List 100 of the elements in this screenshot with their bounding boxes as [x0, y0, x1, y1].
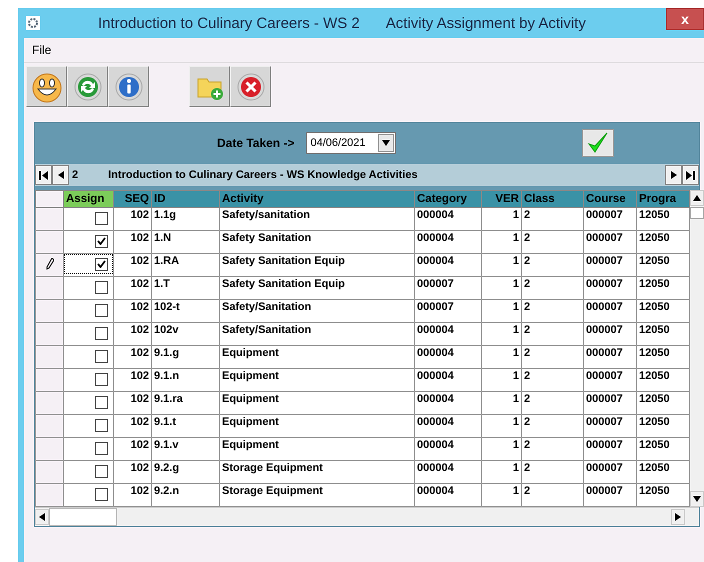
table-cell: 1: [482, 414, 522, 438]
assign-checkbox[interactable]: [95, 326, 108, 340]
table-cell: 1: [482, 208, 522, 230]
table-cell: 000004: [414, 460, 482, 484]
table-cell: 9.1.v: [152, 438, 220, 460]
table-cell: 000007: [584, 368, 636, 392]
table-cell: 2: [522, 276, 584, 300]
row-selector[interactable]: [36, 254, 64, 276]
assign-checkbox[interactable]: [95, 372, 108, 386]
scroll-thumb[interactable]: [690, 207, 704, 219]
table-cell: 102: [114, 230, 152, 254]
table-cell: 000007: [584, 438, 636, 460]
column-header[interactable]: Activity: [220, 190, 414, 208]
date-label: Date Taken ->: [217, 136, 294, 150]
menu-item[interactable]: File: [28, 43, 56, 57]
down-arrow-icon: [693, 496, 701, 502]
scroll-right-button[interactable]: [671, 509, 685, 525]
add-folder-button[interactable]: [189, 66, 230, 107]
right-arrow-icon: [675, 513, 681, 521]
column-header[interactable]: Category: [414, 190, 482, 208]
scroll-left-button[interactable]: [35, 509, 49, 525]
close-button[interactable]: x: [666, 8, 704, 30]
scroll-up-button[interactable]: [690, 190, 704, 206]
column-header[interactable]: VER: [482, 190, 522, 208]
table-cell: 102-t: [152, 300, 220, 322]
table-cell: 2: [522, 208, 584, 230]
table-cell: 1: [482, 368, 522, 392]
assign-checkbox[interactable]: [95, 396, 108, 408]
info-icon: [114, 72, 144, 102]
assign-checkbox[interactable]: [95, 258, 108, 270]
table-cell: 000007: [584, 300, 636, 322]
horizontal-scrollbar[interactable]: [35, 507, 699, 526]
last-record-button[interactable]: [682, 165, 699, 185]
cancel-button[interactable]: [230, 66, 271, 107]
window-title: Introduction to Culinary Careers - WS 2: [98, 14, 360, 32]
info-button[interactable]: [108, 66, 149, 107]
column-header[interactable]: ID: [152, 190, 220, 208]
assign-checkbox[interactable]: [95, 350, 108, 362]
dropdown-button[interactable]: [378, 134, 394, 152]
column-header[interactable]: Assign: [64, 190, 114, 208]
table-cell: 2: [522, 392, 584, 414]
column-header[interactable]: Course: [584, 190, 636, 208]
table-cell: 9.1.ra: [152, 392, 220, 414]
table-cell: 2: [522, 414, 584, 438]
vertical-scrollbar[interactable]: [690, 190, 704, 507]
smiley-button[interactable]: [26, 66, 67, 107]
table-cell: 102: [114, 368, 152, 392]
table-cell: 000007: [584, 322, 636, 346]
refresh-button[interactable]: [67, 66, 108, 107]
assign-checkbox[interactable]: [95, 212, 108, 224]
table-cell: 1: [482, 276, 522, 300]
table-cell: 000007: [584, 208, 636, 230]
assign-checkbox[interactable]: [95, 488, 108, 500]
table-cell: Safety Sanitation Equip: [220, 276, 414, 300]
next-record-button[interactable]: [665, 165, 682, 185]
table-cell: 1: [482, 438, 522, 460]
table-cell: 000007: [584, 276, 636, 300]
previous-record-button[interactable]: [52, 165, 69, 185]
table-cell: 1: [482, 322, 522, 346]
table-cell: 102: [114, 254, 152, 276]
date-field[interactable]: 04/06/2021: [306, 132, 396, 154]
confirm-button[interactable]: [582, 129, 614, 157]
table-cell: Equipment: [220, 368, 414, 392]
table-cell: 1: [482, 460, 522, 484]
refresh-icon: [72, 72, 102, 102]
table-cell: 1.T: [152, 276, 220, 300]
assign-checkbox[interactable]: [95, 464, 108, 478]
table-cell: 2: [522, 254, 584, 276]
table-cell: 000007: [584, 346, 636, 368]
table-cell: 1: [482, 392, 522, 414]
table-cell: 9.1.t: [152, 414, 220, 438]
assign-checkbox[interactable]: [95, 442, 108, 454]
column-header[interactable]: Progra: [636, 190, 690, 208]
table-cell: 000007: [584, 392, 636, 414]
table-cell: 000007: [584, 254, 636, 276]
table-cell: 000007: [584, 414, 636, 438]
last-icon: [686, 170, 695, 180]
scroll-thumb[interactable]: [49, 508, 117, 526]
assign-checkbox[interactable]: [95, 418, 108, 432]
table-cell: 000004: [414, 346, 482, 368]
column-header[interactable]: Class: [522, 190, 584, 208]
table-cell: 000004: [414, 208, 482, 230]
right-arrow-icon: [670, 171, 676, 179]
table-cell: 1: [482, 300, 522, 322]
first-record-button[interactable]: [35, 165, 52, 185]
assign-checkbox[interactable]: [95, 280, 108, 294]
table-cell: Equipment: [220, 392, 414, 414]
scroll-down-button[interactable]: [690, 491, 704, 507]
table-cell: 000004: [414, 230, 482, 254]
column-header[interactable]: SEQ: [114, 190, 152, 208]
assign-checkbox[interactable]: [95, 234, 108, 248]
table-cell: 2: [522, 368, 584, 392]
table-cell: 102: [114, 460, 152, 484]
assign-checkbox[interactable]: [95, 304, 108, 316]
left-arrow-icon: [39, 513, 45, 521]
table-cell: 102: [114, 300, 152, 322]
table-cell: 1.N: [152, 230, 220, 254]
table-cell: Safety/sanitation: [220, 208, 414, 230]
table-cell: 2: [522, 230, 584, 254]
app-icon: [26, 16, 40, 30]
